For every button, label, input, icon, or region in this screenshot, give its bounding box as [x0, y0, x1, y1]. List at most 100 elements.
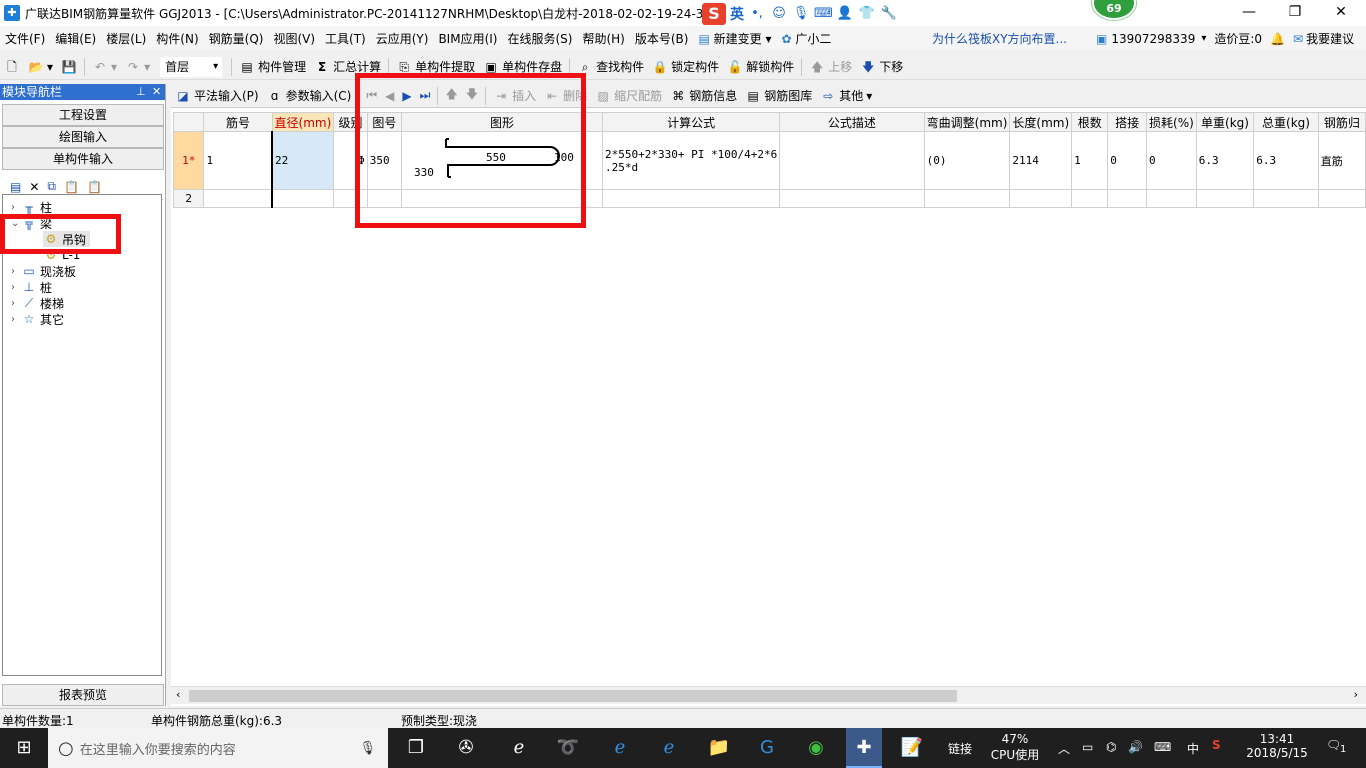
microphone-icon[interactable]: 🎙: [359, 741, 376, 756]
cell-formula-desc[interactable]: [779, 131, 925, 190]
scroll-right-icon[interactable]: ›: [1354, 688, 1358, 701]
menu-help[interactable]: 帮助(H): [577, 30, 629, 47]
open-file-button[interactable]: 📂 ▾: [24, 56, 57, 78]
menu-rebar-qty[interactable]: 钢筋量(Q): [204, 30, 269, 47]
project-settings-button[interactable]: 工程设置: [2, 104, 164, 126]
empty-cell[interactable]: [271, 189, 335, 208]
close-button[interactable]: ✕: [1318, 0, 1364, 26]
ad-link[interactable]: 为什么筏板XY方向布置...: [932, 30, 1067, 47]
report-preview-button[interactable]: 报表预览: [2, 684, 164, 706]
taskbar-search[interactable]: ○ 在这里输入你要搜索的内容 🎙: [48, 728, 388, 768]
green-app-icon[interactable]: ◉: [803, 736, 829, 760]
properties-icon[interactable]: ▤: [10, 180, 21, 194]
row-number[interactable]: 2: [172, 189, 205, 208]
menu-file[interactable]: 文件(F): [0, 30, 50, 47]
tree-item-column[interactable]: › ╥ 柱: [11, 199, 52, 215]
expand-icon[interactable]: ›: [11, 314, 21, 325]
col-header-lap[interactable]: 搭接: [1107, 112, 1148, 132]
col-header-loss[interactable]: 损耗(%): [1146, 112, 1197, 132]
battery-icon[interactable]: ▭: [1082, 740, 1093, 754]
empty-cell[interactable]: [1107, 189, 1148, 208]
notification-center-icon[interactable]: 🗨: [1326, 738, 1341, 752]
volume-icon[interactable]: 🔊: [1128, 740, 1143, 754]
col-header-formula[interactable]: 计算公式: [602, 112, 781, 132]
menu-floor[interactable]: 楼层(L): [101, 30, 151, 47]
empty-cell[interactable]: [1009, 189, 1073, 208]
voice-icon[interactable]: 🎙: [792, 5, 810, 23]
delete-icon[interactable]: ✕: [29, 180, 39, 194]
empty-cell[interactable]: [602, 189, 781, 208]
cell-count[interactable]: 1: [1071, 131, 1109, 190]
menu-cloud[interactable]: 云应用(Y): [371, 30, 434, 47]
col-header-unit-weight[interactable]: 单重(kg): [1195, 112, 1255, 132]
close-panel-icon[interactable]: ✕: [152, 84, 161, 100]
tree-item-stair[interactable]: › ⟋ 楼梯: [11, 295, 64, 311]
col-header-bend-adjust[interactable]: 弯曲调整(mm): [923, 112, 1011, 132]
menu-tools[interactable]: 工具(T): [320, 30, 371, 47]
clock[interactable]: 13:41 2018/5/15: [1244, 732, 1310, 760]
internet-explorer-icon[interactable]: ℯ: [656, 736, 682, 760]
col-header-formula-desc[interactable]: 公式描述: [779, 112, 925, 132]
empty-cell[interactable]: [1146, 189, 1197, 208]
redo-button[interactable]: ↷ ▾: [121, 56, 154, 78]
move-up-button[interactable]: 🡅 上移: [805, 56, 856, 78]
keyboard-layout-icon[interactable]: ⌨: [1154, 740, 1171, 754]
menu-component[interactable]: 构件(N): [151, 30, 203, 47]
tray-expand-icon[interactable]: ︿: [1058, 740, 1070, 757]
cell-bar-no[interactable]: 1: [203, 131, 273, 190]
cell-category[interactable]: 直筋: [1317, 131, 1366, 190]
empty-cell[interactable]: [1253, 189, 1319, 208]
cell-loss[interactable]: 0: [1146, 131, 1197, 190]
empty-cell[interactable]: [1317, 189, 1366, 208]
task-view-icon[interactable]: ❐: [403, 736, 429, 760]
scroll-left-icon[interactable]: ‹: [176, 688, 180, 701]
tree-item-slab[interactable]: › ▭ 现浇板: [11, 263, 76, 279]
empty-cell[interactable]: [923, 189, 1011, 208]
cell-diameter[interactable]: 22: [271, 131, 335, 190]
copy-icon[interactable]: ⧉: [47, 179, 56, 194]
menu-edit[interactable]: 编辑(E): [50, 30, 101, 47]
empty-cell[interactable]: [1071, 189, 1109, 208]
new-change-button[interactable]: ▤ 新建变更 ▾: [693, 30, 776, 47]
cell-unit-weight[interactable]: 6.3: [1195, 131, 1255, 190]
account-phone[interactable]: 13907298339: [1111, 32, 1195, 46]
param-input-button[interactable]: ɑ 参数输入(C): [263, 85, 356, 107]
notes-app-icon[interactable]: 📝: [899, 736, 925, 760]
col-header-category[interactable]: 钢筋归: [1317, 112, 1366, 132]
empty-cell[interactable]: [203, 189, 273, 208]
rebar-library-button[interactable]: ▤ 钢筋图库: [741, 85, 816, 107]
lock-component-button[interactable]: 🔒 锁定构件: [648, 56, 723, 78]
keyboard-icon[interactable]: ⌨: [814, 5, 833, 23]
emoji-icon[interactable]: ☺: [770, 5, 788, 23]
expand-icon[interactable]: ›: [11, 202, 21, 213]
spiral-app-icon[interactable]: ➰: [555, 736, 581, 760]
ime-language[interactable]: 英: [730, 4, 744, 24]
col-header-total-weight[interactable]: 总重(kg): [1253, 112, 1319, 132]
col-header-bar-no[interactable]: 筋号: [203, 112, 273, 132]
drawing-input-button[interactable]: 绘图输入: [2, 126, 164, 148]
menu-version[interactable]: 版本号(B): [630, 30, 694, 47]
account-dropdown-icon[interactable]: ▾: [1201, 33, 1206, 44]
clipboard-icon[interactable]: 📋: [87, 180, 102, 194]
ime-mode[interactable]: 中: [1187, 740, 1199, 757]
save-button[interactable]: 💾: [57, 56, 81, 78]
cell-formula[interactable]: 2*550+2*330+ PI *100/4+2*6 .25*d: [602, 131, 781, 190]
floor-select[interactable]: 首层: [160, 56, 223, 77]
move-down-button[interactable]: 🡇 下移: [856, 56, 907, 78]
bell-icon[interactable]: 🔔: [1270, 32, 1285, 46]
minimize-button[interactable]: —: [1226, 0, 1272, 26]
component-mgmt-button[interactable]: ▤ 构件管理: [235, 56, 310, 78]
menu-bim[interactable]: BIM应用(I): [433, 30, 502, 47]
undo-button[interactable]: ↶ ▾: [88, 56, 121, 78]
col-header-count[interactable]: 根数: [1071, 112, 1109, 132]
col-header-length[interactable]: 长度(mm): [1009, 112, 1073, 132]
cell-length[interactable]: 2114: [1009, 131, 1073, 190]
sogou-ime-icon[interactable]: S: [702, 3, 726, 25]
cell-bend-adjust[interactable]: (0): [923, 131, 1011, 190]
cpu-usage[interactable]: 47% CPU使用: [990, 732, 1040, 763]
sogou-tray-icon[interactable]: S: [1212, 738, 1221, 752]
scrollbar-thumb[interactable]: [189, 690, 957, 702]
cell-total-weight[interactable]: 6.3: [1253, 131, 1319, 190]
tree-item-other[interactable]: › ☆ 其它: [11, 311, 64, 327]
feedback-link[interactable]: 我要建议: [1306, 30, 1354, 47]
